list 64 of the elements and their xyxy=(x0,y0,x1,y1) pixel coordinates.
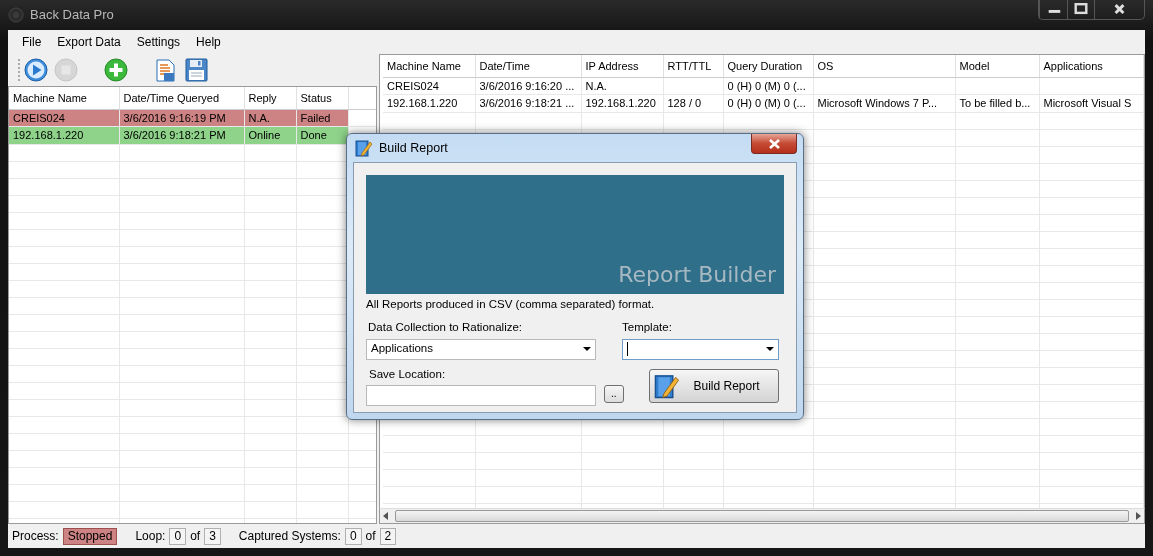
column-header[interactable]: IP Address xyxy=(581,55,663,77)
notepad-pencil-icon xyxy=(653,372,680,399)
table-cell: Microsoft Visual S xyxy=(1039,94,1143,112)
counter-value: 0 xyxy=(344,527,362,545)
horizontal-scrollbar[interactable] xyxy=(379,508,1145,524)
close-button[interactable] xyxy=(751,134,797,154)
notepad-pencil-icon xyxy=(355,139,373,157)
dialog-title: Build Report xyxy=(379,139,448,157)
counter-value: 0 xyxy=(169,527,187,545)
column-header[interactable]: OS xyxy=(813,55,955,77)
column-header[interactable]: Machine Name xyxy=(9,87,119,109)
template-dropdown[interactable] xyxy=(622,338,779,360)
field-label: Data Collection to Rationalize: xyxy=(367,320,524,336)
collection-dropdown[interactable]: Applications xyxy=(366,338,596,360)
window-title: Back Data Pro xyxy=(30,6,114,25)
column-header[interactable]: Applications xyxy=(1039,55,1143,77)
column-header[interactable]: Query Duration xyxy=(723,55,813,77)
field-label: Save Location: xyxy=(368,366,447,382)
browse-button[interactable]: .. xyxy=(604,384,624,403)
menu-item[interactable]: Help xyxy=(188,33,229,51)
column-header[interactable]: RTT/TTL xyxy=(663,55,723,77)
status-label: Process: xyxy=(12,528,59,545)
table-cell: 3/6/2016 9:18:21 ... xyxy=(475,94,581,112)
column-header[interactable]: Status xyxy=(296,87,348,109)
counter-value: 3 xyxy=(204,527,221,545)
build-report-button[interactable]: Build Report xyxy=(648,368,779,403)
menu-item[interactable]: File xyxy=(14,33,50,51)
table-cell: 3/6/2016 9:16:20 ... xyxy=(475,77,581,95)
add-icon[interactable] xyxy=(104,58,128,82)
table-cell: 192.168.1.220 xyxy=(581,94,663,112)
table-cell: Microsoft Windows 7 P... xyxy=(813,94,955,112)
save-icon[interactable] xyxy=(184,58,208,82)
scrollbar-thumb[interactable] xyxy=(395,510,1129,522)
table-cell: To be filled b... xyxy=(955,94,1039,112)
table-cell: 0 (H) 0 (M) 0 (... xyxy=(723,94,813,112)
menu-item[interactable]: Export Data xyxy=(49,33,129,51)
status-value: Stopped xyxy=(62,527,118,545)
counter-value: 2 xyxy=(379,527,397,545)
close-icon xyxy=(767,137,781,150)
report-icon[interactable] xyxy=(154,58,178,82)
dropdown-arrow-icon xyxy=(583,347,591,351)
status-label: Captured Systems: xyxy=(238,528,341,545)
column-header[interactable]: Model xyxy=(955,55,1039,77)
column-header[interactable]: Date/Time xyxy=(475,55,581,77)
banner-title: Report Builder xyxy=(618,261,776,289)
column-header[interactable]: Machine Name xyxy=(383,55,475,77)
table-cell: N.A. xyxy=(581,77,663,95)
table-cell: 128 / 0 xyxy=(663,94,723,112)
dropdown-value: Applications xyxy=(371,341,433,357)
table-cell: 0 (H) 0 (M) 0 (... xyxy=(723,77,813,95)
column-header[interactable]: Reply xyxy=(244,87,296,109)
info-text: All Reports produced in CSV (comma separated) format. xyxy=(366,297,656,312)
app-icon xyxy=(8,7,24,23)
field-label: Template: xyxy=(622,320,673,336)
play-icon[interactable] xyxy=(24,58,48,82)
table-cell: 192.168.1.220 xyxy=(383,94,475,112)
menu-item[interactable]: Settings xyxy=(128,33,189,51)
status-label: Loop: xyxy=(135,528,166,545)
status-label: of xyxy=(365,528,376,545)
column-header[interactable]: Date/Time Queryed xyxy=(119,87,244,109)
table-cell: CREIS024 xyxy=(383,77,475,95)
status-label: of xyxy=(190,528,201,545)
dropdown-arrow-icon xyxy=(766,347,774,351)
save-location-field[interactable] xyxy=(366,384,596,406)
